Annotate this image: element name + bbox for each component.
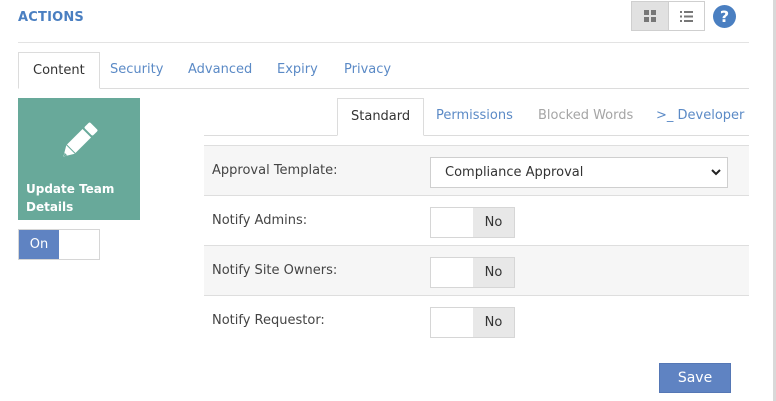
approval-template-value: Compliance Approval <box>445 165 584 180</box>
header-divider <box>18 42 749 43</box>
tab-blocked-words: Blocked Words <box>538 108 634 123</box>
help-icon[interactable]: ? <box>713 5 736 28</box>
settings-table: Approval Template: Compliance Approval N… <box>204 145 749 345</box>
sub-tab-bar: Standard Permissions Blocked Words >_ De… <box>204 98 749 136</box>
notify-admins-label: Notify Admins: <box>212 213 308 228</box>
tab-privacy[interactable]: Privacy <box>344 52 391 89</box>
tab-standard[interactable]: Standard <box>337 98 425 136</box>
list-view-button[interactable] <box>669 2 705 30</box>
main-tab-bar: Content Security Advanced Expiry Privacy <box>18 52 749 89</box>
save-button[interactable]: Save <box>659 363 731 393</box>
tab-developer[interactable]: >_ Developer <box>656 98 744 136</box>
action-enabled-toggle[interactable]: On <box>18 229 100 260</box>
tab-expiry[interactable]: Expiry <box>277 52 318 89</box>
toggle-handle <box>431 308 473 337</box>
toggle-on-label: On <box>19 230 59 259</box>
approval-template-label: Approval Template: <box>212 163 338 178</box>
toggle-value: No <box>473 208 514 237</box>
setting-row-notify-admins: Notify Admins: No <box>204 195 749 245</box>
update-team-details-tile[interactable]: Update Team Details <box>18 98 140 220</box>
tab-security[interactable]: Security <box>110 52 163 89</box>
notify-site-owners-label: Notify Site Owners: <box>212 263 338 278</box>
toggle-handle <box>431 208 473 237</box>
notify-site-owners-toggle[interactable]: No <box>430 257 515 288</box>
grid-view-button[interactable] <box>632 2 669 30</box>
toggle-value: No <box>473 308 514 337</box>
list-view-icon <box>679 10 693 22</box>
tab-content[interactable]: Content <box>18 52 100 89</box>
setting-row-notify-requestor: Notify Requestor: No <box>204 295 749 345</box>
page-title: ACTIONS <box>18 10 85 25</box>
pencil-icon <box>63 122 98 157</box>
tile-label: Update Team Details <box>26 182 115 214</box>
setting-row-notify-site-owners: Notify Site Owners: No <box>204 245 749 295</box>
toggle-handle <box>431 258 473 287</box>
chevron-down-icon <box>711 169 721 176</box>
view-toggle <box>631 1 705 31</box>
notify-admins-toggle[interactable]: No <box>430 207 515 238</box>
toggle-value: No <box>473 258 514 287</box>
tab-permissions[interactable]: Permissions <box>436 98 513 136</box>
grid-view-icon <box>643 10 656 22</box>
tab-advanced[interactable]: Advanced <box>188 52 252 89</box>
notify-requestor-label: Notify Requestor: <box>212 313 325 328</box>
approval-template-select[interactable]: Compliance Approval <box>430 157 728 188</box>
setting-row-approval-template: Approval Template: Compliance Approval <box>204 145 749 195</box>
notify-requestor-toggle[interactable]: No <box>430 307 515 338</box>
